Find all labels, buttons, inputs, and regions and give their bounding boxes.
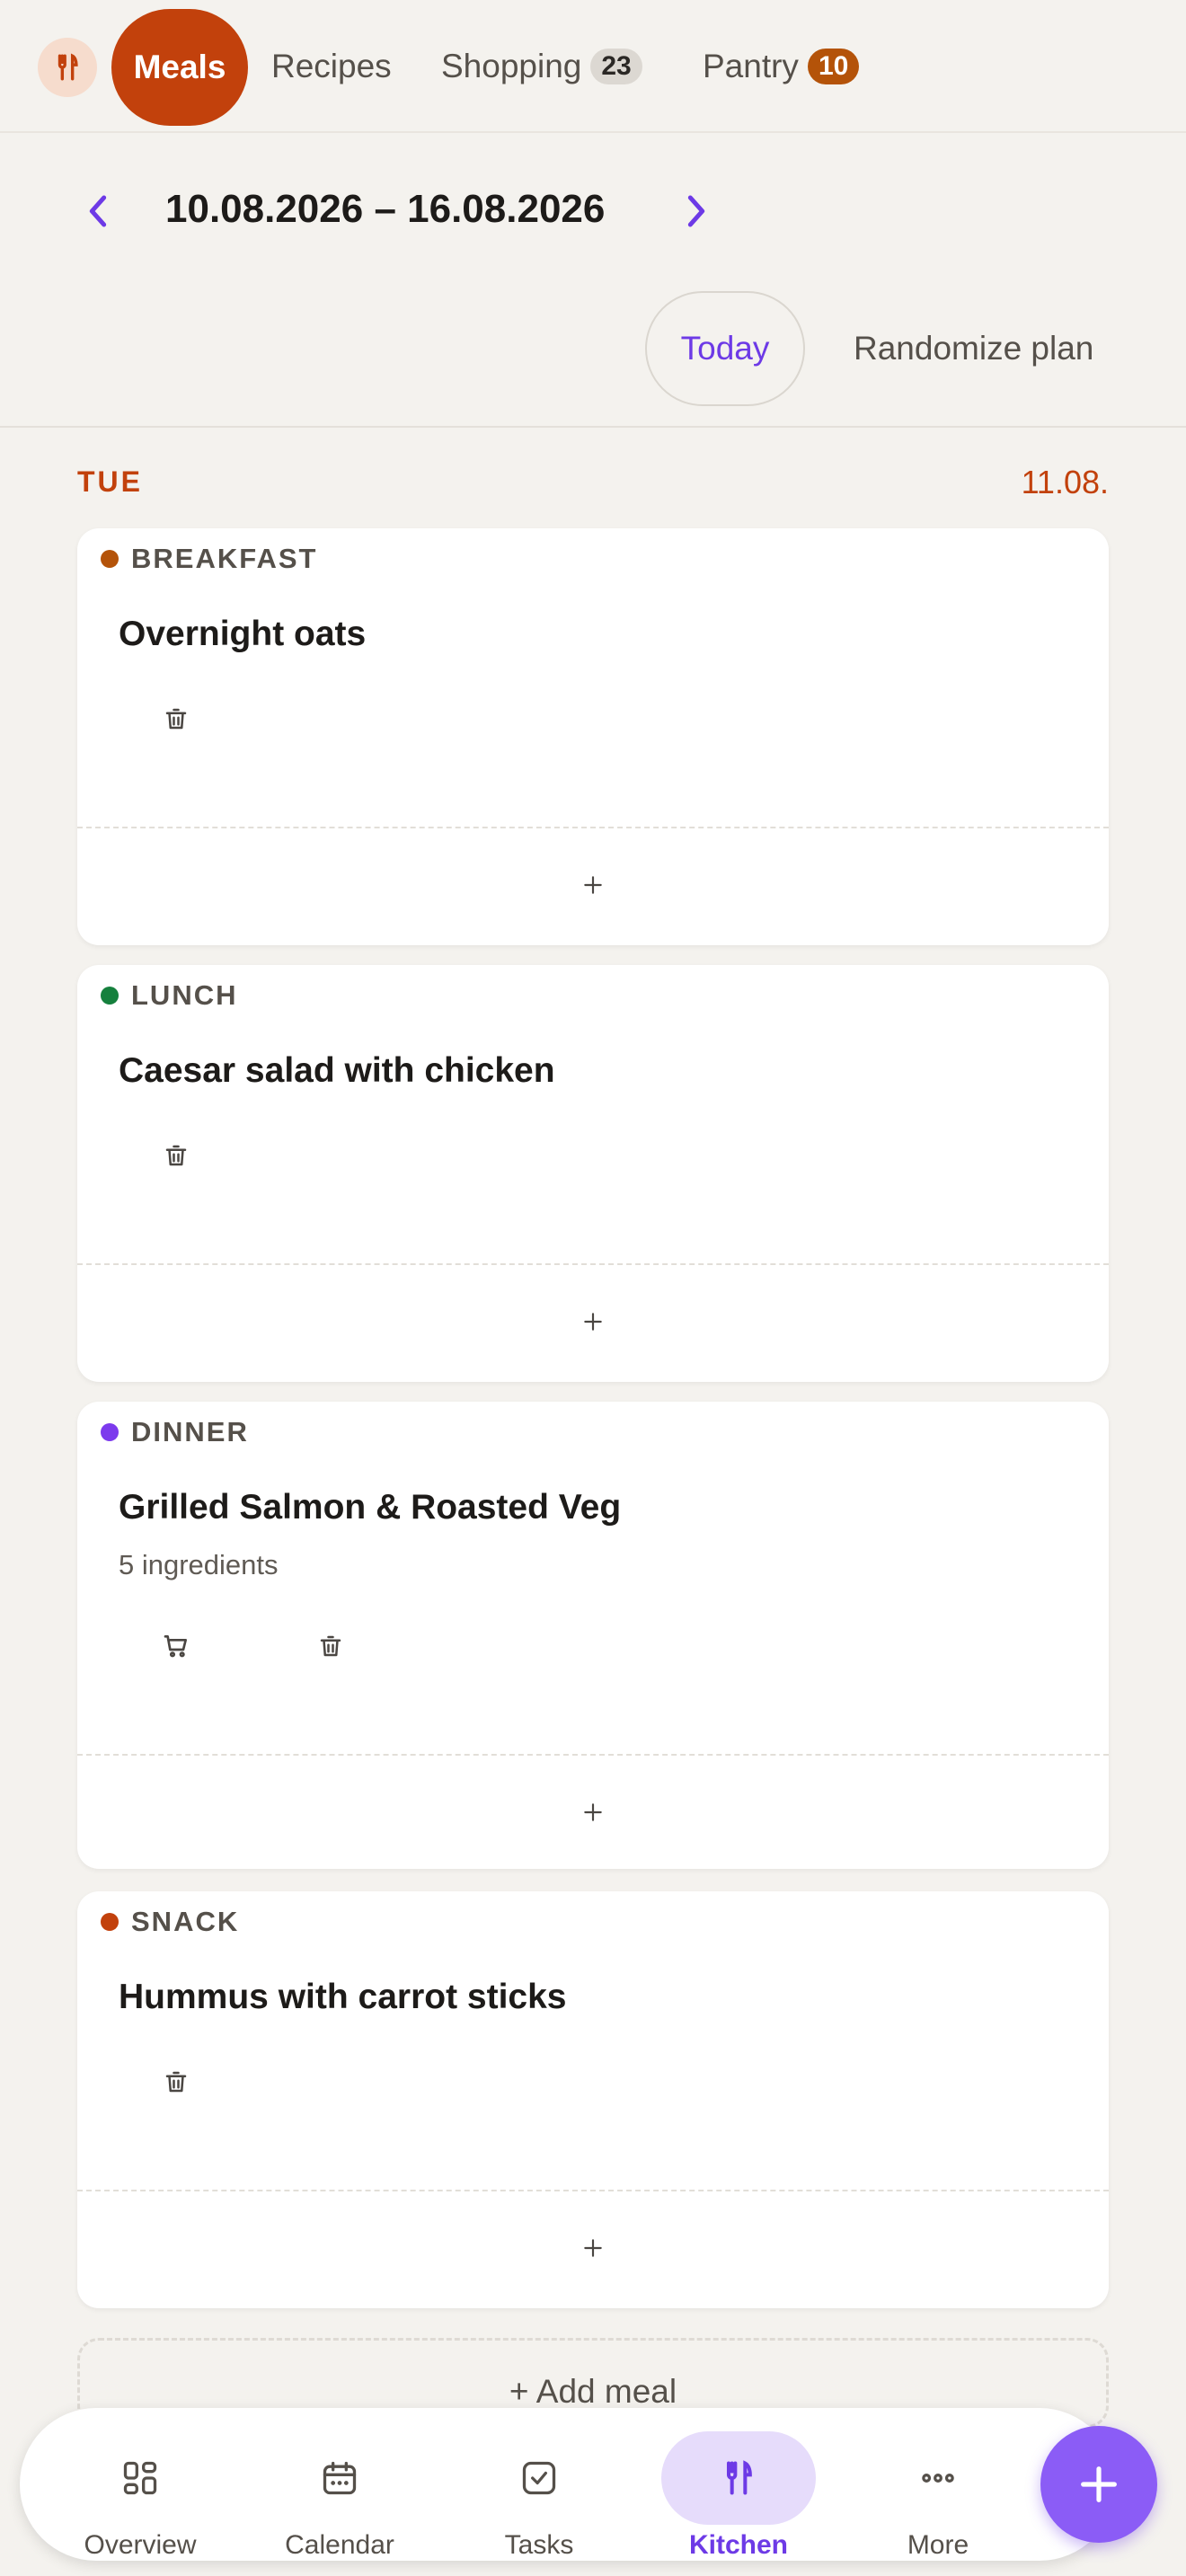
meal-type-text: LUNCH <box>131 979 238 1011</box>
plus-icon <box>584 2239 602 2257</box>
tab-meals[interactable]: Meals <box>111 9 248 126</box>
delete-meal-button[interactable] <box>149 1129 203 1182</box>
meal-type-label: LUNCH <box>101 979 238 1012</box>
nav-kitchen-label: Kitchen <box>688 2530 788 2560</box>
meal-type-label: SNACK <box>101 1906 239 1938</box>
meal-type-dot <box>101 987 119 1005</box>
meal-card-breakfast: BREAKFAST Overnight oats <box>77 528 1109 945</box>
randomize-plan-button[interactable]: Randomize plan <box>854 291 1093 406</box>
add-item-button[interactable] <box>77 2191 1109 2305</box>
grid-icon <box>63 2431 217 2525</box>
calendar-icon <box>262 2431 417 2525</box>
add-fab-button[interactable] <box>1040 2426 1157 2543</box>
tab-shopping-label: Shopping <box>441 48 582 84</box>
meal-type-label: BREAKFAST <box>101 543 317 575</box>
bottom-navigation: Overview Calendar Tasks Kitchen More <box>20 2408 1116 2561</box>
nav-overview-label: Overview <box>84 2530 197 2560</box>
tab-recipes-label: Recipes <box>271 48 392 84</box>
delete-meal-button[interactable] <box>304 1619 358 1673</box>
tab-meals-label: Meals <box>133 49 226 85</box>
trash-icon <box>165 2071 187 2093</box>
fork-knife-logo-icon <box>38 38 97 97</box>
trash-icon <box>320 1635 341 1657</box>
nav-kitchen[interactable]: Kitchen <box>658 2408 819 2561</box>
tab-shopping[interactable]: Shopping 23 <box>441 27 642 106</box>
nav-tasks[interactable]: Tasks <box>458 2408 620 2561</box>
meal-type-text: SNACK <box>131 1906 240 1937</box>
meal-name[interactable]: Hummus with carrot sticks <box>119 1978 566 2017</box>
day-date: 11.08. <box>1021 464 1109 500</box>
plus-icon <box>1081 2466 1117 2502</box>
nav-overview[interactable]: Overview <box>59 2408 221 2561</box>
nav-calendar[interactable]: Calendar <box>259 2408 420 2561</box>
meal-type-text: BREAKFAST <box>131 543 318 574</box>
add-item-button[interactable] <box>77 1756 1109 1869</box>
meal-card-snack: SNACK Hummus with carrot sticks <box>77 1891 1109 2308</box>
meal-card-dinner: DINNER Grilled Salmon & Roasted Veg 5 in… <box>77 1402 1109 1869</box>
plus-icon <box>584 1803 602 1821</box>
chevron-left-icon <box>89 195 107 227</box>
delete-meal-button[interactable] <box>149 692 203 746</box>
pantry-count-badge: 10 <box>807 49 860 84</box>
meal-type-label: DINNER <box>101 1416 249 1448</box>
delete-meal-button[interactable] <box>149 2055 203 2109</box>
nav-tasks-label: Tasks <box>504 2530 574 2560</box>
meal-type-dot <box>101 1423 119 1441</box>
meal-name[interactable]: Grilled Salmon & Roasted Veg <box>119 1488 621 1527</box>
more-dots-icon <box>861 2431 1015 2525</box>
meal-name[interactable]: Caesar salad with chicken <box>119 1051 555 1091</box>
nav-more[interactable]: More <box>857 2408 1019 2561</box>
top-tab-bar: Meals Recipes Shopping 23 Pantry 10 <box>0 0 1186 133</box>
shopping-count-badge: 23 <box>590 49 642 84</box>
meal-type-text: DINNER <box>131 1416 249 1447</box>
day-name: TUE <box>77 465 143 498</box>
tab-recipes[interactable]: Recipes <box>271 27 392 106</box>
meal-name[interactable]: Overnight oats <box>119 615 366 654</box>
today-button[interactable]: Today <box>645 291 805 406</box>
cart-icon <box>164 1635 187 1658</box>
nav-more-label: More <box>907 2530 969 2560</box>
trash-icon <box>165 1145 187 1166</box>
plus-icon <box>584 1313 602 1331</box>
plus-icon <box>584 876 602 894</box>
add-item-button[interactable] <box>77 828 1109 942</box>
meal-card-lunch: LUNCH Caesar salad with chicken <box>77 965 1109 1382</box>
nav-calendar-label: Calendar <box>285 2530 394 2560</box>
divider <box>0 426 1186 428</box>
chevron-right-icon <box>687 195 705 227</box>
week-navigation: 10.08.2026 – 16.08.2026 <box>0 171 1186 252</box>
checkbox-icon <box>462 2431 616 2525</box>
fork-knife-icon <box>661 2431 816 2525</box>
week-range-title: 10.08.2026 – 16.08.2026 <box>165 187 606 231</box>
ingredients-count: 5 ingredients <box>119 1549 279 1580</box>
meal-type-dot <box>101 1913 119 1931</box>
add-item-button[interactable] <box>77 1265 1109 1378</box>
tab-pantry-label: Pantry <box>703 48 799 84</box>
add-to-shopping-button[interactable] <box>149 1619 203 1673</box>
previous-week-button[interactable] <box>77 190 119 232</box>
trash-icon <box>165 708 187 730</box>
next-week-button[interactable] <box>676 190 717 232</box>
meal-type-dot <box>101 550 119 568</box>
tab-pantry[interactable]: Pantry 10 <box>703 27 860 106</box>
